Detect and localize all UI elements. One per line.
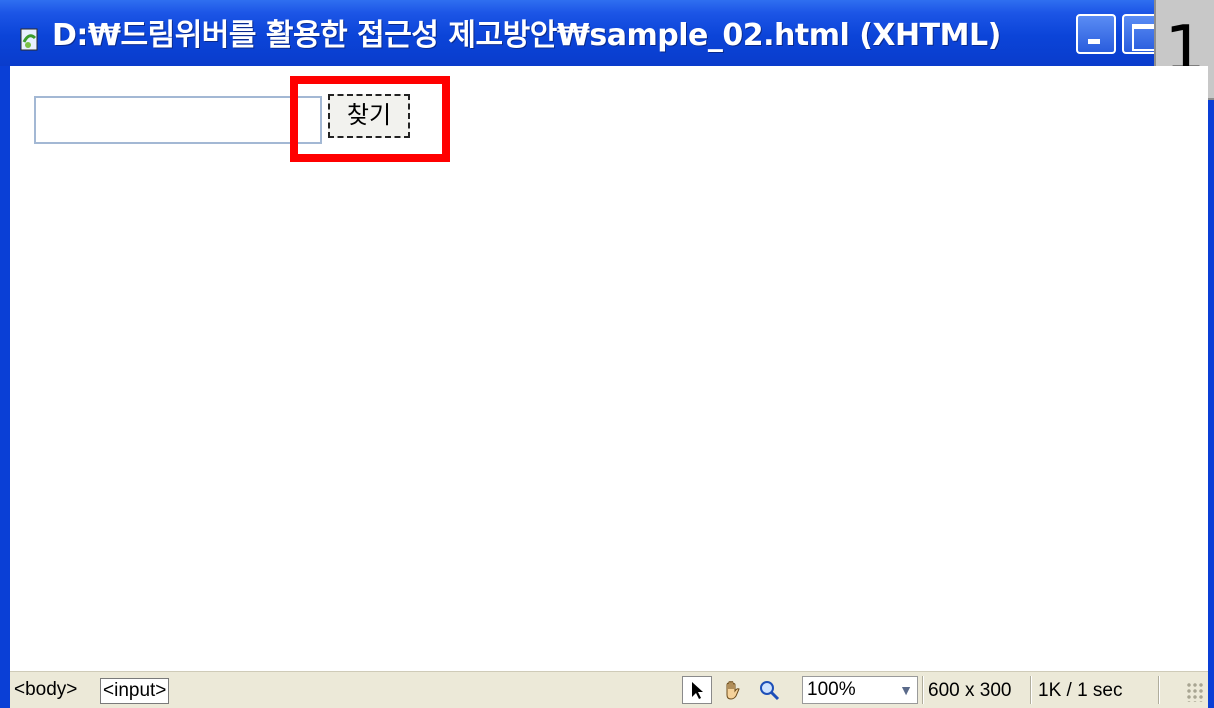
search-input[interactable]	[34, 96, 322, 144]
design-view[interactable]: 찾기	[10, 66, 1208, 671]
zoom-level-select[interactable]: 100% ▼	[802, 676, 918, 704]
download-stats: 1K / 1 sec	[1038, 680, 1123, 701]
document-window: D:₩드림위버를 활용한 접근성 제고방안₩sample_02.html (XH…	[0, 0, 1214, 708]
hand-icon[interactable]	[718, 676, 748, 704]
dreamweaver-document-icon	[20, 28, 38, 51]
status-bar: <body> <input> 100% ▼ 600 x 300 ▼ 1K / 1…	[10, 671, 1208, 708]
resize-grip-icon[interactable]	[1186, 682, 1204, 702]
tag-selector-input[interactable]: <input>	[100, 678, 170, 704]
window-size-menu[interactable]: 600 x 300 ▼	[928, 678, 1028, 704]
minimize-button[interactable]	[1076, 14, 1116, 54]
highlight-box	[290, 76, 450, 162]
window-size-value: 600 x 300	[928, 680, 1012, 701]
divider	[922, 676, 924, 704]
tag-selector-body[interactable]: <body>	[12, 678, 79, 704]
divider	[1158, 676, 1160, 704]
divider	[1030, 676, 1032, 704]
window-title: D:₩드림위버를 활용한 접근성 제고방안₩sample_02.html (XH…	[52, 18, 1001, 53]
zoom-icon[interactable]	[754, 676, 784, 704]
chevron-down-icon: ▼	[899, 682, 913, 698]
title-bar[interactable]: D:₩드림위버를 활용한 접근성 제고방안₩sample_02.html (XH…	[0, 0, 1214, 66]
pointer-icon[interactable]	[682, 676, 712, 704]
zoom-level-value: 100%	[807, 679, 856, 700]
